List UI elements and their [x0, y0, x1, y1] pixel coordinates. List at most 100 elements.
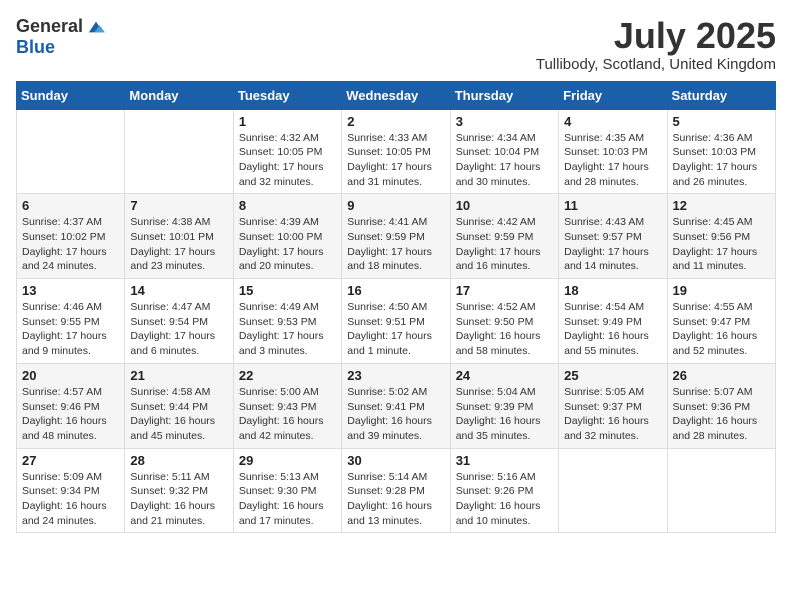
- calendar-cell: 13 Sunrise: 4:46 AM Sunset: 9:55 PM Dayli…: [17, 279, 125, 364]
- calendar-cell: 24Sunrise: 5:04 AM Sunset: 9:39 PM Dayli…: [450, 363, 558, 448]
- calendar-cell: 28Sunrise: 5:11 AM Sunset: 9:32 PM Dayli…: [125, 448, 233, 533]
- logo-blue-text: Blue: [16, 37, 55, 58]
- day-number: 27: [22, 453, 119, 468]
- day-number: 15: [239, 283, 336, 298]
- calendar-cell: 6 Sunrise: 4:37 AM Sunset: 10:02 PM Dayli…: [17, 194, 125, 279]
- day-number: 31: [456, 453, 553, 468]
- day-number: 25: [564, 368, 661, 383]
- calendar-cell: 10Sunrise: 4:42 AM Sunset: 9:59 PM Dayli…: [450, 194, 558, 279]
- day-info: Sunrise: 4:57 AM Sunset: 9:46 PM Dayligh…: [22, 385, 119, 444]
- day-info: Sunrise: 5:04 AM Sunset: 9:39 PM Dayligh…: [456, 385, 553, 444]
- day-number: 11: [564, 198, 661, 213]
- day-info: Sunrise: 4:54 AM Sunset: 9:49 PM Dayligh…: [564, 300, 661, 359]
- day-info: Sunrise: 4:47 AM Sunset: 9:54 PM Dayligh…: [130, 300, 227, 359]
- day-number: 12: [673, 198, 770, 213]
- calendar-cell: 12 Sunrise: 4:45 AM Sunset: 9:56 PM Dayli…: [667, 194, 775, 279]
- calendar-cell: 3 Sunrise: 4:34 AM Sunset: 10:04 PM Dayli…: [450, 109, 558, 194]
- day-info: Sunrise: 4:35 AM Sunset: 10:03 PM Daylig…: [564, 131, 661, 190]
- day-number: 16: [347, 283, 444, 298]
- day-number: 26: [673, 368, 770, 383]
- calendar-cell: 25 Sunrise: 5:05 AM Sunset: 9:37 PM Dayli…: [559, 363, 667, 448]
- calendar-cell: 27 Sunrise: 5:09 AM Sunset: 9:34 PM Dayli…: [17, 448, 125, 533]
- day-info: Sunrise: 5:16 AM Sunset: 9:26 PM Dayligh…: [456, 470, 553, 529]
- day-info: Sunrise: 4:36 AM Sunset: 10:03 PM Daylig…: [673, 131, 770, 190]
- day-number: 18: [564, 283, 661, 298]
- day-info: Sunrise: 5:07 AM Sunset: 9:36 PM Dayligh…: [673, 385, 770, 444]
- day-number: 13: [22, 283, 119, 298]
- calendar-cell: 14 Sunrise: 4:47 AM Sunset: 9:54 PM Dayli…: [125, 279, 233, 364]
- calendar-cell: [559, 448, 667, 533]
- day-info: Sunrise: 4:43 AM Sunset: 9:57 PM Dayligh…: [564, 215, 661, 274]
- calendar-cell: 20 Sunrise: 4:57 AM Sunset: 9:46 PM Dayli…: [17, 363, 125, 448]
- calendar-cell: 17 Sunrise: 4:52 AM Sunset: 9:50 PM Dayli…: [450, 279, 558, 364]
- calendar-cell: 26 Sunrise: 5:07 AM Sunset: 9:36 PM Dayli…: [667, 363, 775, 448]
- calendar-cell: 21Sunrise: 4:58 AM Sunset: 9:44 PM Dayli…: [125, 363, 233, 448]
- calendar-cell: 29 Sunrise: 5:13 AM Sunset: 9:30 PM Dayli…: [233, 448, 341, 533]
- day-info: Sunrise: 4:33 AM Sunset: 10:05 PM Daylig…: [347, 131, 444, 190]
- day-number: 17: [456, 283, 553, 298]
- calendar-header-thursday: Thursday: [450, 81, 558, 109]
- month-title: July 2025: [536, 16, 776, 56]
- calendar-cell: [125, 109, 233, 194]
- day-number: 30: [347, 453, 444, 468]
- calendar-cell: 19Sunrise: 4:55 AM Sunset: 9:47 PM Dayli…: [667, 279, 775, 364]
- day-number: 22: [239, 368, 336, 383]
- calendar-cell: 15Sunrise: 4:49 AM Sunset: 9:53 PM Dayli…: [233, 279, 341, 364]
- day-info: Sunrise: 5:09 AM Sunset: 9:34 PM Dayligh…: [22, 470, 119, 529]
- calendar-cell: 30 Sunrise: 5:14 AM Sunset: 9:28 PM Dayli…: [342, 448, 450, 533]
- day-info: Sunrise: 5:13 AM Sunset: 9:30 PM Dayligh…: [239, 470, 336, 529]
- calendar-cell: 8Sunrise: 4:39 AM Sunset: 10:00 PM Dayli…: [233, 194, 341, 279]
- calendar-cell: 16 Sunrise: 4:50 AM Sunset: 9:51 PM Dayli…: [342, 279, 450, 364]
- day-info: Sunrise: 5:00 AM Sunset: 9:43 PM Dayligh…: [239, 385, 336, 444]
- calendar-cell: 9Sunrise: 4:41 AM Sunset: 9:59 PM Daylig…: [342, 194, 450, 279]
- calendar-cell: 18 Sunrise: 4:54 AM Sunset: 9:49 PM Dayli…: [559, 279, 667, 364]
- day-info: Sunrise: 4:45 AM Sunset: 9:56 PM Dayligh…: [673, 215, 770, 274]
- calendar-header-sunday: Sunday: [17, 81, 125, 109]
- calendar-cell: 5 Sunrise: 4:36 AM Sunset: 10:03 PM Dayli…: [667, 109, 775, 194]
- day-info: Sunrise: 4:42 AM Sunset: 9:59 PM Dayligh…: [456, 215, 553, 274]
- calendar-header-monday: Monday: [125, 81, 233, 109]
- calendar-header-saturday: Saturday: [667, 81, 775, 109]
- calendar-header-wednesday: Wednesday: [342, 81, 450, 109]
- calendar-cell: 1 Sunrise: 4:32 AM Sunset: 10:05 PM Dayli…: [233, 109, 341, 194]
- calendar-cell: [17, 109, 125, 194]
- day-info: Sunrise: 4:34 AM Sunset: 10:04 PM Daylig…: [456, 131, 553, 190]
- day-number: 2: [347, 114, 444, 129]
- page-header: General Blue July 2025 Tullibody, Scotla…: [16, 16, 776, 73]
- day-number: 29: [239, 453, 336, 468]
- title-area: July 2025 Tullibody, Scotland, United Ki…: [536, 16, 776, 73]
- day-number: 14: [130, 283, 227, 298]
- day-number: 19: [673, 283, 770, 298]
- day-info: Sunrise: 5:14 AM Sunset: 9:28 PM Dayligh…: [347, 470, 444, 529]
- day-number: 5: [673, 114, 770, 129]
- day-info: Sunrise: 5:11 AM Sunset: 9:32 PM Dayligh…: [130, 470, 227, 529]
- calendar-header-friday: Friday: [559, 81, 667, 109]
- day-number: 6: [22, 198, 119, 213]
- calendar-cell: 2 Sunrise: 4:33 AM Sunset: 10:05 PM Dayli…: [342, 109, 450, 194]
- day-info: Sunrise: 5:05 AM Sunset: 9:37 PM Dayligh…: [564, 385, 661, 444]
- calendar-week-row: 20 Sunrise: 4:57 AM Sunset: 9:46 PM Dayli…: [17, 363, 776, 448]
- day-info: Sunrise: 4:37 AM Sunset: 10:02 PM Daylig…: [22, 215, 119, 274]
- day-number: 20: [22, 368, 119, 383]
- day-info: Sunrise: 4:32 AM Sunset: 10:05 PM Daylig…: [239, 131, 336, 190]
- calendar-header-tuesday: Tuesday: [233, 81, 341, 109]
- day-info: Sunrise: 4:39 AM Sunset: 10:00 PM Daylig…: [239, 215, 336, 274]
- calendar-cell: 7 Sunrise: 4:38 AM Sunset: 10:01 PM Dayli…: [125, 194, 233, 279]
- calendar-week-row: 13 Sunrise: 4:46 AM Sunset: 9:55 PM Dayli…: [17, 279, 776, 364]
- calendar-cell: 22 Sunrise: 5:00 AM Sunset: 9:43 PM Dayli…: [233, 363, 341, 448]
- day-number: 4: [564, 114, 661, 129]
- calendar-week-row: 27 Sunrise: 5:09 AM Sunset: 9:34 PM Dayli…: [17, 448, 776, 533]
- day-number: 3: [456, 114, 553, 129]
- calendar-cell: 23Sunrise: 5:02 AM Sunset: 9:41 PM Dayli…: [342, 363, 450, 448]
- calendar-week-row: 1 Sunrise: 4:32 AM Sunset: 10:05 PM Dayli…: [17, 109, 776, 194]
- day-info: Sunrise: 4:46 AM Sunset: 9:55 PM Dayligh…: [22, 300, 119, 359]
- day-number: 7: [130, 198, 227, 213]
- day-info: Sunrise: 4:38 AM Sunset: 10:01 PM Daylig…: [130, 215, 227, 274]
- day-info: Sunrise: 4:52 AM Sunset: 9:50 PM Dayligh…: [456, 300, 553, 359]
- day-info: Sunrise: 4:50 AM Sunset: 9:51 PM Dayligh…: [347, 300, 444, 359]
- calendar-week-row: 6 Sunrise: 4:37 AM Sunset: 10:02 PM Dayli…: [17, 194, 776, 279]
- logo-icon: [87, 18, 105, 36]
- day-number: 21: [130, 368, 227, 383]
- day-number: 1: [239, 114, 336, 129]
- day-info: Sunrise: 4:41 AM Sunset: 9:59 PM Dayligh…: [347, 215, 444, 274]
